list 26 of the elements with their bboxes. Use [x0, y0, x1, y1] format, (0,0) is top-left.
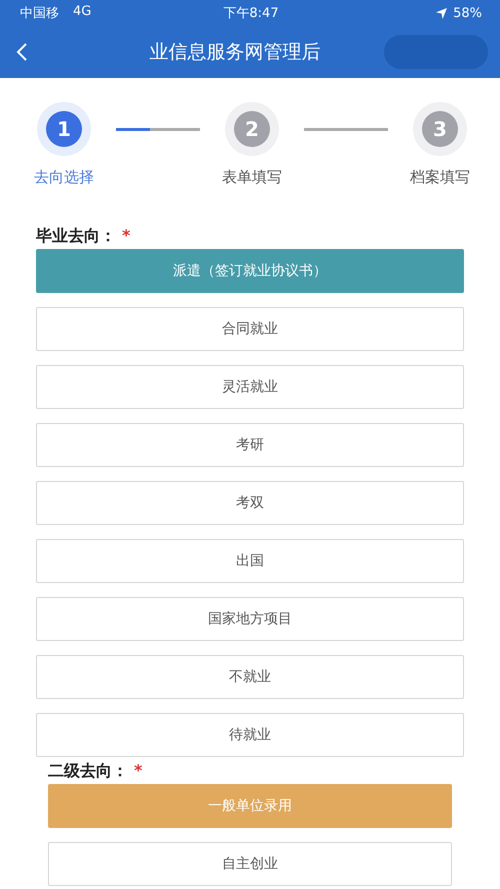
step-circle: 3: [413, 102, 467, 156]
required-asterisk: *: [122, 226, 130, 247]
option-button[interactable]: 出国: [36, 539, 464, 583]
option-button[interactable]: 国家地方项目: [36, 597, 464, 641]
location-icon: [436, 8, 448, 18]
option-button[interactable]: 考双: [36, 481, 464, 525]
clock-time: 下午8:47: [223, 5, 279, 22]
field-label: 二级去向：: [48, 761, 128, 782]
option-button[interactable]: 灵活就业: [36, 365, 464, 409]
option-button[interactable]: 合同就业: [36, 307, 464, 351]
option-button[interactable]: 考研: [36, 423, 464, 467]
option-button[interactable]: 自主创业: [48, 842, 452, 886]
page-title: 业信息服务网管理后: [148, 40, 322, 65]
option-button[interactable]: 待就业: [36, 713, 464, 757]
option-button[interactable]: 不就业: [36, 655, 464, 699]
step-label: 表单填写: [222, 168, 282, 187]
field-label: 毕业去向：: [36, 226, 116, 247]
step-label: 档案填写: [410, 168, 470, 187]
network-type: 4G: [73, 4, 92, 21]
step-circle: 1: [37, 102, 91, 156]
required-asterisk: *: [134, 761, 142, 782]
step-circle: 2: [225, 102, 279, 156]
step-label: 去向选择: [34, 168, 94, 187]
carrier-name: 中国移: [20, 5, 59, 22]
battery-percent: 58%: [453, 6, 482, 20]
chevron-left-icon: [16, 42, 28, 62]
